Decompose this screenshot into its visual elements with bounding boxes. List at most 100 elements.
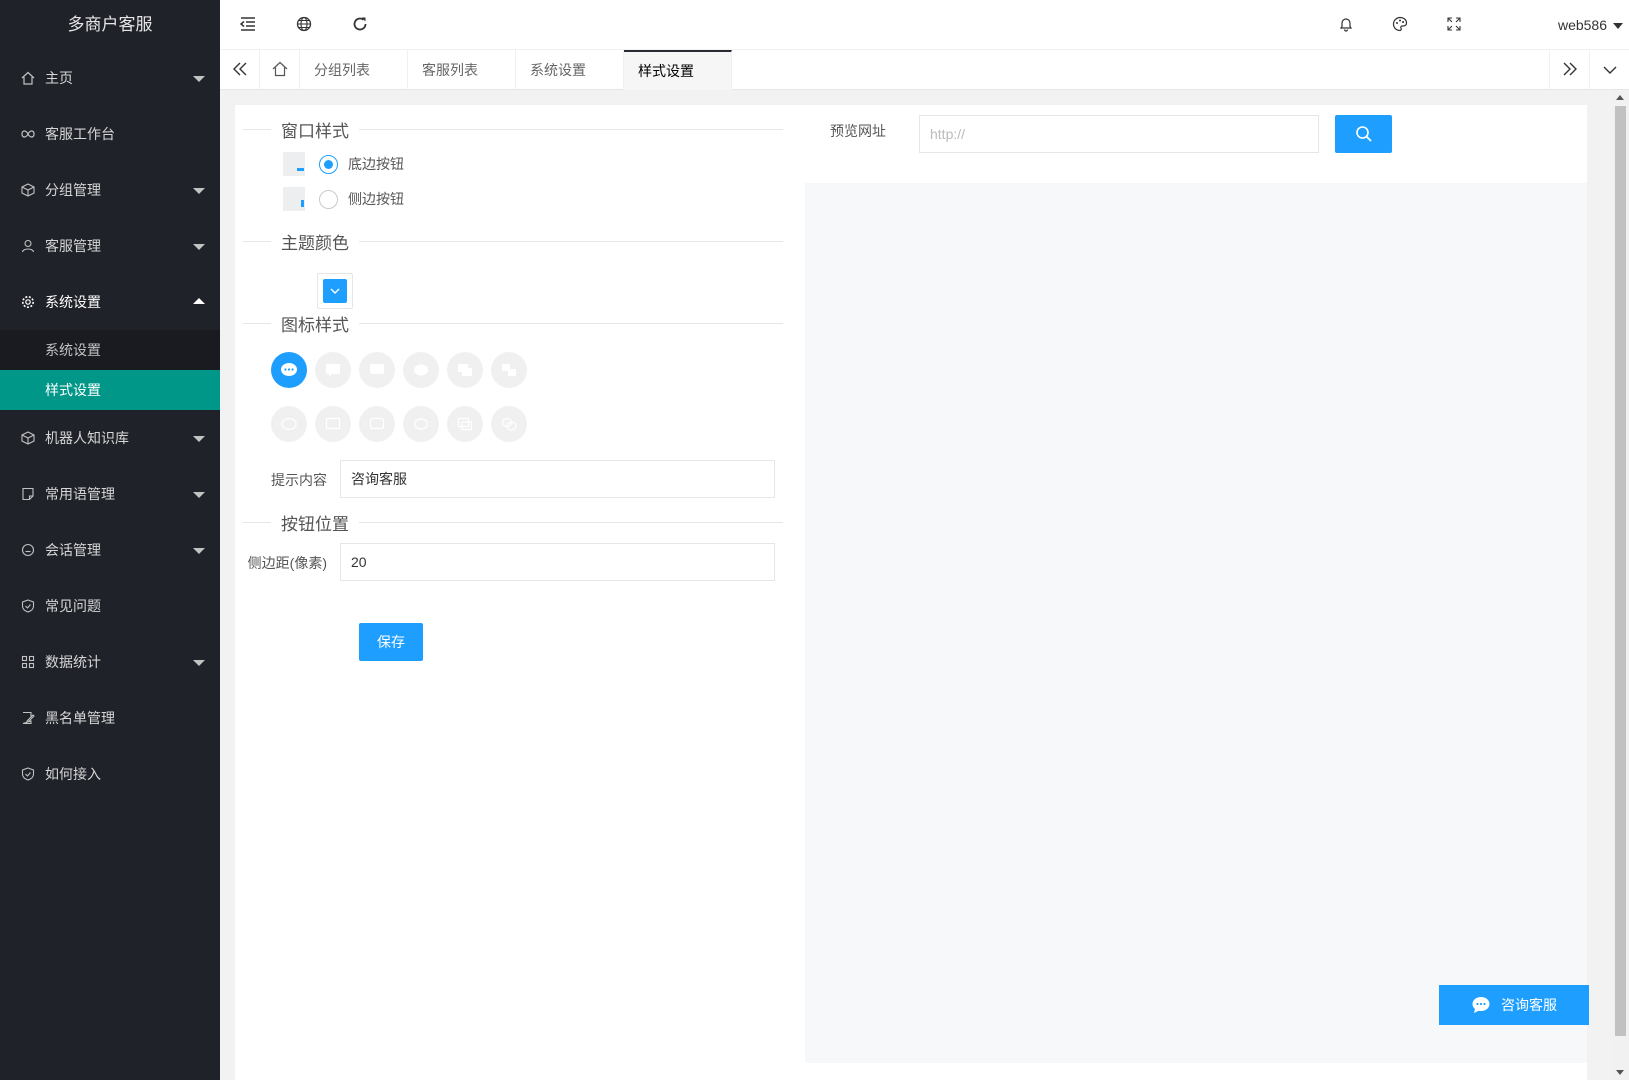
chevron-down-icon — [193, 76, 205, 82]
home-icon — [20, 70, 36, 86]
palette-icon — [1392, 16, 1408, 35]
icon-option-4[interactable] — [403, 352, 439, 388]
shield-icon — [20, 766, 36, 782]
sidebar-item-label: 数据统计 — [45, 654, 101, 670]
icon-option-7[interactable] — [271, 406, 307, 442]
section-title: 按钮位置 — [281, 514, 349, 534]
scroll-down-arrow-icon[interactable] — [1616, 1070, 1624, 1075]
sidebar-item-faq[interactable]: 常见问题 — [0, 578, 220, 634]
chat-oval-outline-icon — [413, 418, 429, 430]
sidebar-item-workbench[interactable]: 客服工作台 — [0, 106, 220, 162]
sidebar-item-robot-knowledge[interactable]: 机器人知识库 — [0, 410, 220, 466]
icon-option-3[interactable] — [359, 352, 395, 388]
sidebar-item-system-settings[interactable]: 系统设置 — [0, 274, 220, 330]
icon-option-10[interactable] — [403, 406, 439, 442]
chat-oval-icon — [414, 364, 428, 376]
tab-system-settings[interactable]: 系统设置✕ — [516, 50, 624, 118]
edit-icon — [20, 710, 36, 726]
tab-home[interactable] — [260, 50, 300, 90]
preview-url-input[interactable]: http:// — [919, 115, 1319, 153]
section-title: 窗口样式 — [281, 121, 349, 141]
sidebar-item-label: 常用语管理 — [45, 486, 115, 502]
chat-square-icon — [326, 364, 340, 377]
section-title: 主题颜色 — [281, 233, 349, 253]
double-chevron-left-icon — [232, 62, 247, 79]
theme-button[interactable] — [1372, 0, 1428, 50]
window-style-option-side[interactable]: 侧边按钮 — [283, 186, 404, 212]
website-button[interactable] — [276, 0, 332, 50]
preview-url-label: 预览网址 — [830, 123, 886, 139]
sidebar-item-phrases[interactable]: 常用语管理 — [0, 466, 220, 522]
chat-multi-outline-icon — [501, 417, 517, 431]
caret-down-icon — [1613, 23, 1623, 29]
subnav-item-style-settings[interactable]: 样式设置 — [0, 370, 220, 410]
icon-option-2[interactable] — [315, 352, 351, 388]
sidebar-item-label: 如何接入 — [45, 766, 101, 782]
sidebar-item-blacklist[interactable]: 黑名单管理 — [0, 690, 220, 746]
preview-area: 咨询客服 — [805, 183, 1589, 1063]
tabs-menu-button[interactable] — [1589, 50, 1629, 90]
theme-color-section: 主题颜色 — [243, 229, 783, 253]
chat-square-outline-icon — [325, 417, 341, 430]
scroll-up-arrow-icon[interactable] — [1616, 95, 1624, 100]
tab-agent-list[interactable]: 客服列表✕ — [408, 50, 516, 118]
cube-icon — [20, 182, 36, 198]
subnav-item-system-settings[interactable]: 系统设置 — [0, 330, 220, 370]
icon-option-1[interactable] — [271, 352, 307, 388]
sidebar-item-label: 分组管理 — [45, 182, 101, 198]
save-button[interactable]: 保存 — [359, 623, 423, 661]
fullscreen-button[interactable] — [1426, 0, 1482, 50]
preview-search-button[interactable] — [1335, 115, 1392, 153]
toggle-sidebar-button[interactable] — [220, 0, 276, 50]
page-tabs: 分组列表✕ 客服列表✕ 系统设置✕ 样式设置✕ — [220, 50, 1629, 118]
sidebar-item-label: 系统设置 — [45, 294, 101, 310]
radio-bottom-button[interactable] — [319, 154, 338, 174]
tabs-scroll-left-button[interactable] — [220, 50, 260, 90]
refresh-button[interactable] — [332, 0, 388, 50]
side-margin-input[interactable]: 20 — [340, 543, 775, 581]
infinity-icon — [20, 126, 36, 142]
tip-content-input[interactable]: 咨询客服 — [340, 460, 775, 498]
icon-option-12[interactable] — [491, 406, 527, 442]
sidebar-item-label: 常见问题 — [45, 598, 101, 614]
theme-color-picker[interactable] — [317, 273, 353, 309]
sidebar-item-sessions[interactable]: 会话管理 — [0, 522, 220, 578]
floating-consult-button[interactable]: 咨询客服 — [1439, 985, 1589, 1025]
icon-option-5[interactable] — [447, 352, 483, 388]
tab-group-list[interactable]: 分组列表✕ — [300, 50, 408, 118]
sidebar-item-home[interactable]: 主页 — [0, 50, 220, 106]
icon-option-6[interactable] — [491, 352, 527, 388]
chat-rect-outline-icon — [369, 417, 385, 430]
icon-style-section: 图标样式 — [243, 311, 783, 335]
icon-option-11[interactable] — [447, 406, 483, 442]
gear-icon — [20, 294, 36, 310]
notification-button[interactable] — [1318, 0, 1374, 50]
window-style-option-bottom[interactable]: 底边按钮 — [283, 151, 404, 177]
chat-double-outline-icon — [457, 417, 473, 431]
shield-icon — [20, 598, 36, 614]
window-style-section: 窗口样式 — [243, 117, 783, 141]
refresh-icon — [352, 16, 368, 35]
sidebar: 多商户客服 主页 客服工作台 分组管理 客服管理 系统设置 系统设置 样式设置 … — [0, 0, 220, 1080]
scroll-thumb[interactable] — [1615, 106, 1626, 1036]
icon-option-9[interactable] — [359, 406, 395, 442]
page-scrollbar[interactable] — [1612, 90, 1629, 1080]
chat-multi-icon — [502, 364, 516, 376]
home-icon — [272, 61, 288, 80]
username: web586 — [1557, 17, 1607, 33]
sidebar-item-agent-management[interactable]: 客服管理 — [0, 218, 220, 274]
sidebar-item-label: 会话管理 — [45, 542, 101, 558]
icon-option-8[interactable] — [315, 406, 351, 442]
chat-circle-icon — [20, 542, 36, 558]
indent-icon — [239, 16, 256, 34]
sidebar-item-how-to-integrate[interactable]: 如何接入 — [0, 746, 220, 802]
style-settings-panel: 窗口样式 底边按钮 侧边按钮 主题颜色 图标样式 提示内容 咨询客服 按钮位置 … — [235, 105, 1589, 1080]
fullscreen-icon — [1447, 16, 1461, 34]
user-menu[interactable]: web586 — [1558, 0, 1623, 50]
radio-side-button[interactable] — [319, 189, 338, 209]
sidebar-item-statistics[interactable]: 数据统计 — [0, 634, 220, 690]
sidebar-item-group-management[interactable]: 分组管理 — [0, 162, 220, 218]
search-icon — [1355, 126, 1372, 142]
tab-style-settings[interactable]: 样式设置✕ — [624, 50, 732, 117]
tabs-scroll-right-button[interactable] — [1549, 50, 1589, 90]
